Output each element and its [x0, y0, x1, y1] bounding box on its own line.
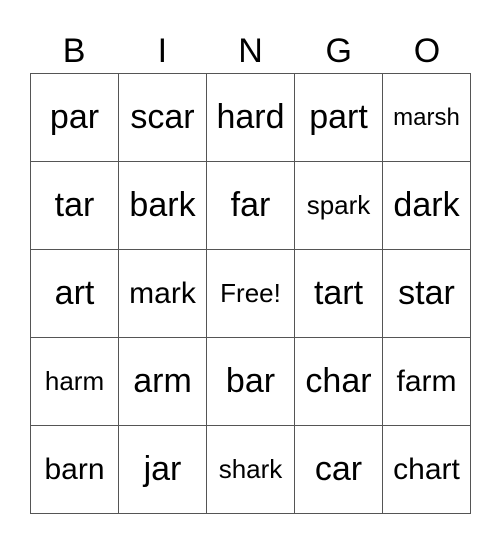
header-letter-b: B: [62, 32, 86, 70]
bingo-cell[interactable]: barn: [31, 426, 119, 514]
bingo-cell[interactable]: bar: [207, 338, 295, 426]
bingo-cell[interactable]: harm: [31, 338, 119, 426]
bingo-card-grid: par scar hard part marsh tar bark far sp…: [30, 73, 471, 514]
bingo-cell[interactable]: art: [31, 250, 119, 338]
bingo-cell[interactable]: tar: [31, 162, 119, 250]
bingo-cell[interactable]: scar: [119, 74, 207, 162]
header-letter-i: I: [157, 32, 168, 70]
bingo-cell[interactable]: arm: [119, 338, 207, 426]
bingo-cell[interactable]: chart: [383, 426, 471, 514]
bingo-cell[interactable]: jar: [119, 426, 207, 514]
bingo-cell[interactable]: bark: [119, 162, 207, 250]
bingo-cell[interactable]: car: [295, 426, 383, 514]
bingo-cell[interactable]: star: [383, 250, 471, 338]
bingo-cell[interactable]: par: [31, 74, 119, 162]
bingo-cell[interactable]: marsh: [383, 74, 471, 162]
header-letter-g: G: [325, 32, 352, 70]
bingo-cell[interactable]: farm: [383, 338, 471, 426]
bingo-cell[interactable]: dark: [383, 162, 471, 250]
header-letter-o: O: [413, 32, 441, 70]
bingo-cell[interactable]: spark: [295, 162, 383, 250]
bingo-cell[interactable]: far: [207, 162, 295, 250]
bingo-cell[interactable]: mark: [119, 250, 207, 338]
bingo-cell[interactable]: tart: [295, 250, 383, 338]
bingo-header: B I N G O: [30, 30, 471, 72]
header-letter-n: N: [238, 32, 263, 70]
bingo-cell[interactable]: char: [295, 338, 383, 426]
bingo-cell[interactable]: part: [295, 74, 383, 162]
free-space-cell[interactable]: Free!: [207, 250, 295, 338]
bingo-cell[interactable]: hard: [207, 74, 295, 162]
bingo-cell[interactable]: shark: [207, 426, 295, 514]
